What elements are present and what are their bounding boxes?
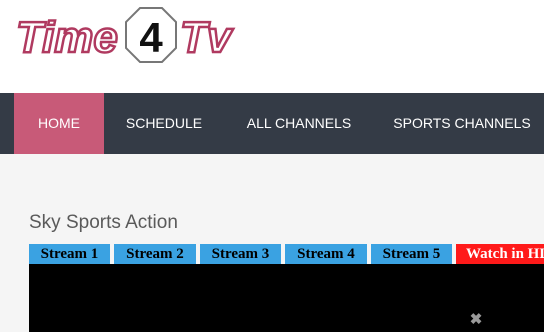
main-nav: HOME SCHEDULE ALL CHANNELS SPORTS CHANNE… [0, 93, 544, 154]
nav-sports-channels[interactable]: SPORTS CHANNELS [384, 93, 540, 154]
svg-text:4: 4 [139, 14, 163, 61]
close-icon[interactable]: ✖ [469, 312, 483, 327]
stream-5-tab[interactable]: Stream 5 [371, 244, 452, 264]
time4tv-logo[interactable]: Time 4 Tv [14, 6, 244, 64]
nav-schedule[interactable]: SCHEDULE [114, 93, 214, 154]
stream-2-tab[interactable]: Stream 2 [114, 244, 196, 264]
site-header: Time 4 Tv [0, 0, 544, 93]
svg-text:Tv: Tv [180, 13, 234, 62]
nav-all-channels[interactable]: ALL CHANNELS [234, 93, 364, 154]
svg-text:Time: Time [16, 13, 118, 62]
page-title: Sky Sports Action [29, 212, 178, 233]
stream-3-tab[interactable]: Stream 3 [200, 244, 281, 264]
video-player[interactable] [29, 264, 544, 332]
stream-1-tab[interactable]: Stream 1 [29, 244, 110, 264]
nav-home[interactable]: HOME [14, 93, 104, 154]
watch-in-hd-tab[interactable]: Watch in HD [456, 244, 544, 264]
stream-4-tab[interactable]: Stream 4 [285, 244, 367, 264]
